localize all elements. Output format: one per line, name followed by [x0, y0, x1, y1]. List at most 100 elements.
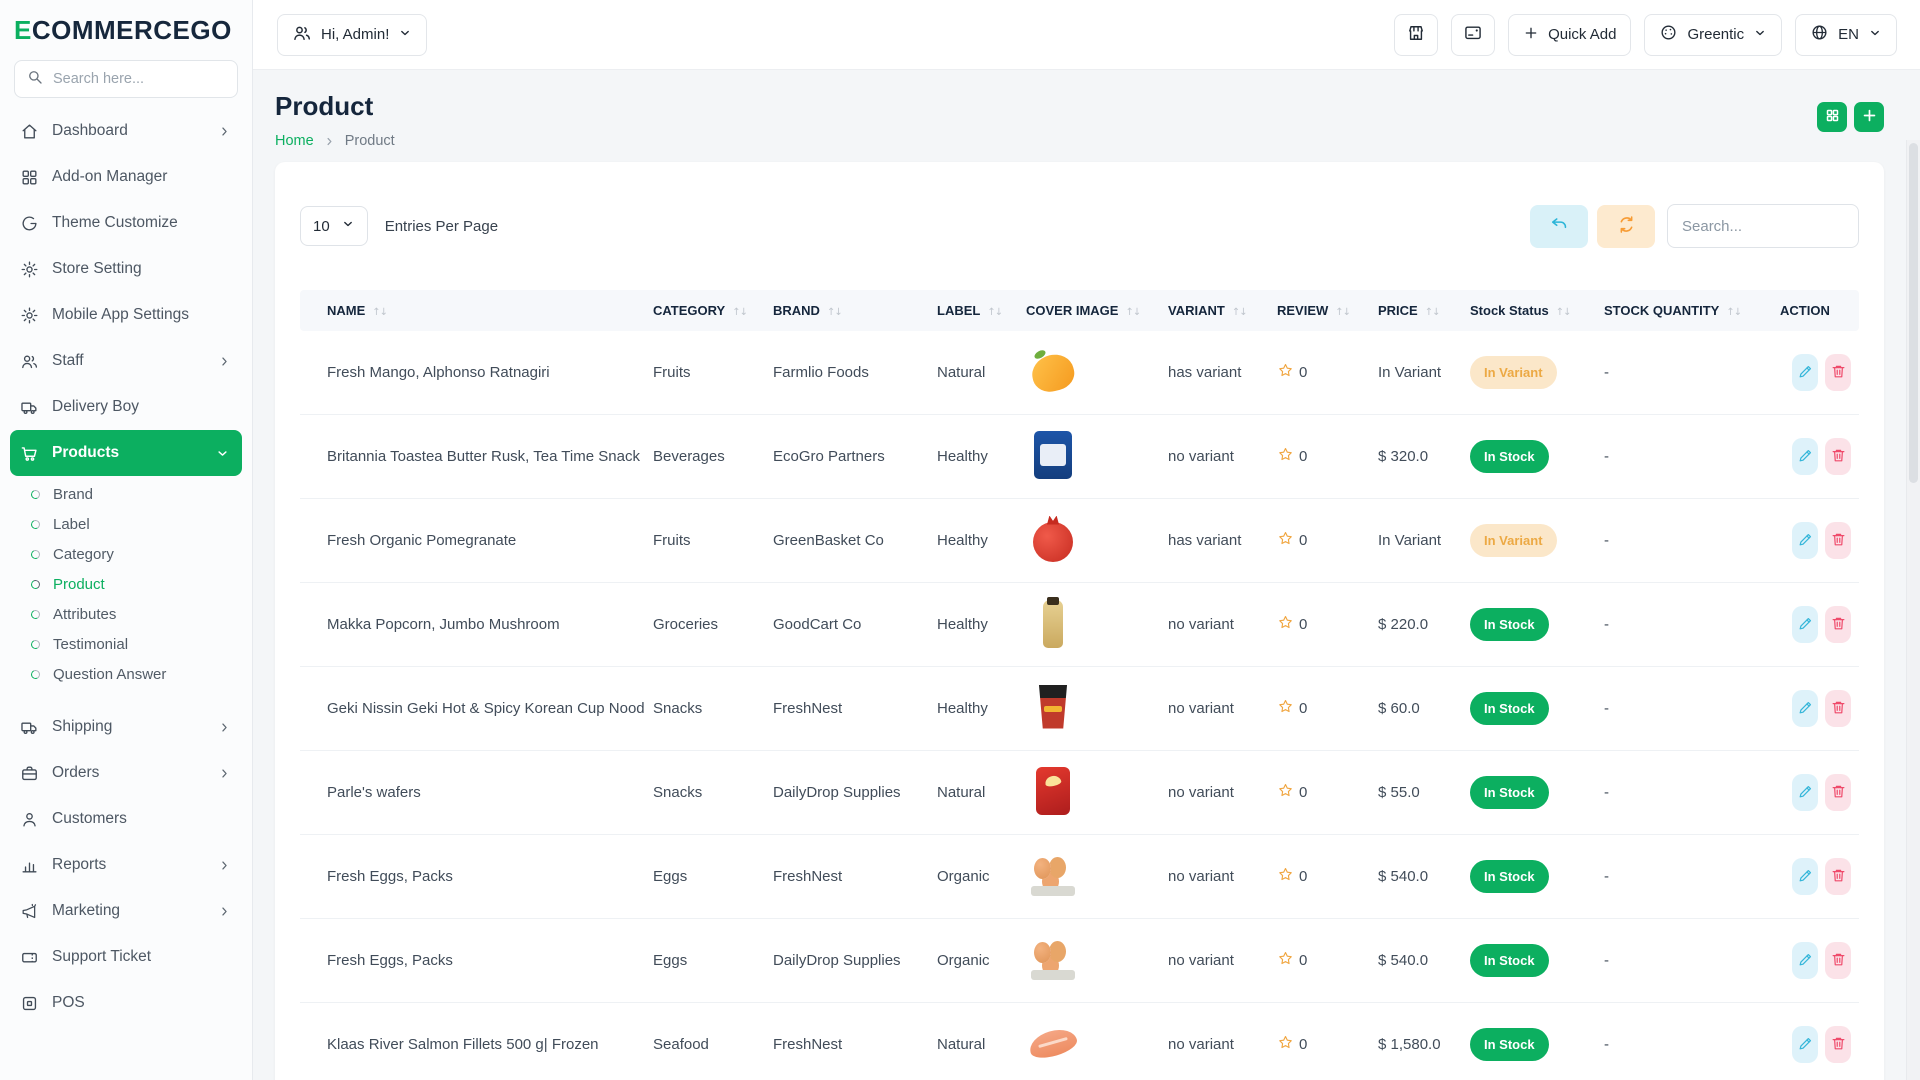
edit-button[interactable]	[1792, 942, 1818, 979]
brand-logo[interactable]: ECOMMERCEGO	[0, 0, 252, 56]
edit-button[interactable]	[1792, 606, 1818, 643]
edit-button[interactable]	[1792, 774, 1818, 811]
sort-icon[interactable]: ↑↓	[1125, 307, 1140, 318]
sort-icon[interactable]: ↑↓	[1726, 307, 1741, 318]
column-header-category[interactable]: CATEGORY↑↓	[645, 290, 765, 331]
delete-button[interactable]	[1825, 774, 1851, 811]
sort-icon[interactable]: ↑↓	[1335, 307, 1350, 318]
bullet-icon	[30, 668, 41, 679]
chevron-down-icon	[1753, 26, 1767, 44]
column-header-review[interactable]: REVIEW↑↓	[1269, 290, 1370, 331]
sidebar-item-marketing[interactable]: Marketing	[0, 888, 252, 934]
edit-button[interactable]	[1792, 858, 1818, 895]
column-header-stock-status[interactable]: Stock Status↑↓	[1462, 290, 1596, 331]
sidebar-item-store-setting[interactable]: Store Setting	[0, 246, 252, 292]
sidebar-item-reports[interactable]: Reports	[0, 842, 252, 888]
delete-button[interactable]	[1825, 942, 1851, 979]
row-actions	[1780, 667, 1851, 750]
delete-button[interactable]	[1825, 690, 1851, 727]
edit-button[interactable]	[1792, 522, 1818, 559]
sidebar-item-pos[interactable]: POS	[0, 980, 252, 1026]
trash-icon	[1830, 363, 1847, 383]
ticket-icon	[20, 948, 39, 967]
sort-icon[interactable]: ↑↓	[827, 307, 842, 318]
language-select-button[interactable]: EN	[1795, 14, 1897, 56]
delete-button[interactable]	[1825, 858, 1851, 895]
delete-button[interactable]	[1825, 1026, 1851, 1063]
sidebar-item-addon-manager[interactable]: Add-on Manager	[0, 154, 252, 200]
sort-icon[interactable]: ↑↓	[1425, 307, 1440, 318]
quick-add-button[interactable]: Quick Add	[1508, 14, 1631, 56]
column-header-brand[interactable]: BRAND↑↓	[765, 290, 929, 331]
table-search-input[interactable]	[1667, 204, 1859, 248]
product-category: Groceries	[645, 583, 765, 667]
delete-button[interactable]	[1825, 354, 1851, 391]
sort-icon[interactable]: ↑↓	[372, 307, 387, 318]
edit-button[interactable]	[1792, 354, 1818, 391]
sidebar-item-orders[interactable]: Orders	[0, 750, 252, 796]
breadcrumb-home-link[interactable]: Home	[275, 133, 314, 149]
entries-per-page-select[interactable]: 10	[300, 206, 368, 246]
grid-view-button[interactable]	[1817, 102, 1847, 132]
pos-screen-button[interactable]	[1451, 14, 1495, 56]
column-header-stock-quantity[interactable]: STOCK QUANTITY↑↓	[1596, 290, 1772, 331]
sidebar-subitem-category[interactable]: Category	[0, 539, 252, 569]
sidebar-subitem-attributes[interactable]: Attributes	[0, 599, 252, 629]
breadcrumb-current: Product	[345, 133, 395, 149]
theme-select-button[interactable]: Greentic	[1644, 14, 1782, 56]
sidebar-subitem-question-answer[interactable]: Question Answer	[0, 659, 252, 689]
column-header-label[interactable]: LABEL↑↓	[929, 290, 1018, 331]
sort-icon[interactable]: ↑↓	[1556, 307, 1571, 318]
edit-button[interactable]	[1792, 438, 1818, 475]
column-header-cover-image[interactable]: COVER IMAGE↑↓	[1018, 290, 1160, 331]
column-header-name[interactable]: NAME↑↓	[300, 290, 645, 331]
edit-button[interactable]	[1792, 1026, 1818, 1063]
stock-quantity: -	[1596, 751, 1772, 835]
sidebar-item-dashboard[interactable]: Dashboard	[0, 108, 252, 154]
delete-button[interactable]	[1825, 522, 1851, 559]
sidebar-item-label: Theme Customize	[52, 214, 178, 232]
sidebar-search-input[interactable]	[53, 71, 226, 87]
undo-button[interactable]	[1530, 205, 1588, 248]
sidebar-subitem-label: Product	[53, 576, 105, 593]
chevron-right-icon	[217, 904, 232, 919]
sidebar-item-shipping[interactable]: Shipping	[0, 704, 252, 750]
refresh-button[interactable]	[1597, 205, 1655, 248]
sidebar-item-theme-customize[interactable]: Theme Customize	[0, 200, 252, 246]
column-header-variant[interactable]: VARIANT↑↓	[1160, 290, 1269, 331]
sidebar-item-support-ticket[interactable]: Support Ticket	[0, 934, 252, 980]
sidebar-item-products[interactable]: Products	[10, 430, 242, 476]
stock-quantity: -	[1596, 331, 1772, 415]
sidebar-subitem-label-menu[interactable]: Label	[0, 509, 252, 539]
edit-button[interactable]	[1792, 690, 1818, 727]
sidebar-subitem-testimonial[interactable]: Testimonial	[0, 629, 252, 659]
sidebar-subitem-brand[interactable]: Brand	[0, 479, 252, 509]
pencil-icon	[1797, 615, 1814, 635]
sort-icon[interactable]: ↑↓	[1232, 307, 1247, 318]
stock-quantity: -	[1596, 667, 1772, 751]
review-count: 0	[1299, 700, 1307, 717]
sidebar-subitem-label: Attributes	[53, 606, 116, 623]
product-variant: no variant	[1160, 835, 1269, 919]
add-product-button[interactable]	[1854, 102, 1884, 132]
pencil-icon	[1797, 783, 1814, 803]
user-menu-button[interactable]: Hi, Admin!	[277, 14, 427, 56]
sort-icon[interactable]: ↑↓	[987, 307, 1002, 318]
bullet-icon	[30, 548, 41, 559]
sidebar-item-customers[interactable]: Customers	[0, 796, 252, 842]
sidebar-item-mobile-app-settings[interactable]: Mobile App Settings	[0, 292, 252, 338]
sort-icon[interactable]: ↑↓	[732, 307, 747, 318]
sidebar-item-staff[interactable]: Staff	[0, 338, 252, 384]
product-brand: DailyDrop Supplies	[765, 751, 929, 835]
sidebar-subitem-label: Question Answer	[53, 666, 166, 683]
storefront-button[interactable]	[1394, 14, 1438, 56]
delete-button[interactable]	[1825, 606, 1851, 643]
review-cell: 0	[1277, 919, 1362, 1002]
scrollbar-thumb[interactable]	[1909, 143, 1918, 483]
column-header-price[interactable]: PRICE↑↓	[1370, 290, 1462, 331]
sidebar-subitem-product[interactable]: Product	[0, 569, 252, 599]
sidebar-item-label: Mobile App Settings	[52, 306, 189, 324]
vertical-scrollbar[interactable]	[1906, 140, 1920, 1080]
sidebar-item-delivery-boy[interactable]: Delivery Boy	[0, 384, 252, 430]
delete-button[interactable]	[1825, 438, 1851, 475]
